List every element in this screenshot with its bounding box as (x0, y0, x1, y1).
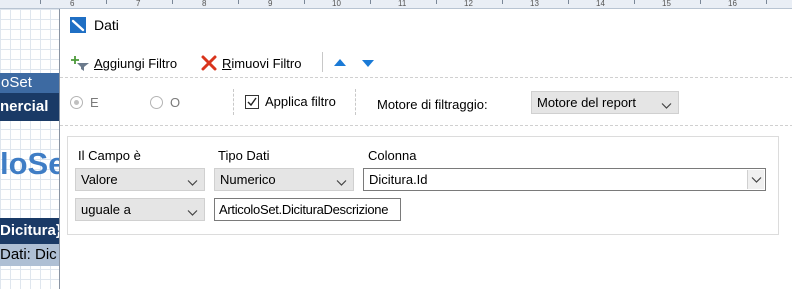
ruler: 6 7 8 9 10 11 12 13 14 15 16 (0, 0, 792, 9)
add-filter-icon (70, 54, 90, 72)
datatype-value: Numerico (220, 172, 276, 187)
condition-value: uguale a (81, 202, 131, 217)
filter-engine-label: Motore di filtraggio: (377, 97, 488, 112)
arrow-down-icon (361, 56, 375, 70)
ruler-number: 15 (662, 0, 671, 8)
report-title-text[interactable]: loSet (0, 137, 60, 191)
report-band-label[interactable]: Dati: Dic (0, 244, 60, 266)
expression-input[interactable]: ArticoloSet.DicituraDescrizione (214, 198, 401, 221)
apply-filter-checkbox[interactable]: Applica filtro (245, 94, 336, 109)
remove-filter-button[interactable]: Rimuovi Filtro (200, 53, 301, 73)
ruler-number: 8 (202, 0, 207, 8)
column-value: Dicitura.Id (369, 172, 428, 187)
chevron-down-icon (336, 175, 347, 190)
header-datatype: Tipo Dati (218, 148, 270, 163)
radio-and-label: E (90, 95, 99, 110)
header-field: Il Campo è (78, 148, 141, 163)
ruler-number: 9 (268, 0, 273, 8)
report-band-label[interactable]: Dicitura} (0, 218, 60, 244)
checkbox-checked-icon[interactable] (245, 94, 259, 109)
filter-options: E O Applica filtro Motore di filtraggio:… (60, 78, 792, 126)
arrow-up-icon (333, 56, 347, 70)
data-dialog: Dati Aggiungi Filtro Rimuovi Filtro E O … (59, 9, 792, 289)
remove-filter-label: Rimuovi Filtro (222, 55, 302, 71)
separator (355, 89, 356, 115)
radio-button[interactable] (150, 96, 163, 109)
dialog-title: Dati (94, 17, 119, 33)
report-band-label[interactable]: oSet (0, 73, 60, 93)
chevron-down-icon[interactable] (747, 170, 764, 189)
filter-condition-panel: Il Campo è Tipo Dati Colonna Valore Nume… (67, 136, 779, 235)
title-bar[interactable]: Dati (60, 9, 792, 40)
toolbar-separator (322, 52, 323, 72)
radio-or[interactable]: O (150, 95, 180, 110)
separator (233, 89, 234, 115)
ruler-number: 13 (530, 0, 539, 8)
radio-or-label: O (170, 95, 181, 110)
ruler-number: 11 (398, 0, 407, 8)
report-band-label[interactable]: nercial (0, 93, 60, 121)
app-icon (70, 17, 86, 33)
remove-filter-icon (200, 54, 218, 72)
ruler-number: 16 (728, 0, 737, 8)
ruler-number: 14 (596, 0, 605, 8)
ruler-number: 10 (332, 0, 341, 8)
toolbar: Aggiungi Filtro Rimuovi Filtro (60, 48, 792, 78)
move-down-button[interactable] (361, 53, 375, 73)
radio-and[interactable]: E (70, 95, 99, 110)
report-design-canvas[interactable]: oSet nercial loSet Dicitura} Dati: Dic (0, 9, 60, 289)
datatype-dropdown[interactable]: Numerico (214, 168, 354, 191)
header-column: Colonna (368, 148, 417, 163)
ruler-number: 7 (136, 0, 141, 8)
apply-filter-label: Applica filtro (265, 94, 336, 109)
chevron-down-icon (187, 175, 198, 190)
column-dropdown[interactable]: Dicitura.Id (363, 168, 766, 191)
radio-button[interactable] (70, 96, 83, 109)
add-filter-label: Aggiungi Filtro (94, 55, 178, 71)
condition-dropdown[interactable]: uguale a (75, 198, 205, 221)
field-type-dropdown[interactable]: Valore (75, 168, 205, 191)
chevron-down-icon (661, 98, 672, 113)
add-filter-button[interactable]: Aggiungi Filtro (70, 53, 177, 73)
filter-engine-dropdown[interactable]: Motore del report (531, 91, 679, 114)
ruler-number: 6 (70, 0, 75, 8)
chevron-down-icon (187, 205, 198, 220)
ruler-number: 12 (464, 0, 473, 8)
field-type-value: Valore (81, 172, 118, 187)
move-up-button[interactable] (333, 53, 347, 73)
filter-engine-value: Motore del report (537, 95, 636, 110)
